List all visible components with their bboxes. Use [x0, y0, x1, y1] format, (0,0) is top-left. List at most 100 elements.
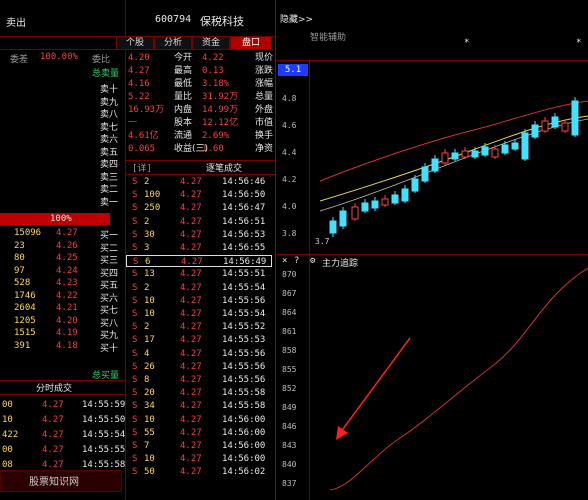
sell-label: 卖八: [100, 110, 119, 120]
trade-vol: 10: [144, 309, 155, 319]
trade-flag: S: [132, 375, 138, 385]
trade-time: 14:56:50: [222, 190, 266, 201]
trade-row: 14:55:58 4.27 34 S: [126, 400, 275, 412]
quote-value-1: 3.18%: [202, 79, 230, 89]
quote-label-1: 外盘: [254, 105, 273, 115]
gear-icon[interactable]: ⚙: [310, 256, 315, 266]
trade-price: 4.27: [180, 309, 202, 319]
trade-row: 14:55:52 4.27 2 S: [126, 321, 275, 333]
trade-price: 4.27: [180, 375, 202, 385]
buy-price: 4.18: [56, 340, 78, 351]
quote-label-1: 现价: [254, 53, 273, 63]
trade-vol: 2: [144, 216, 150, 227]
trade-time: 14:56:00: [222, 441, 266, 451]
trade-time: 14:55:56: [222, 375, 266, 385]
star-2: *: [576, 38, 582, 48]
candle-body: [541, 120, 549, 132]
trade-vol: 10: [144, 414, 155, 425]
quote-label-1: 涨幅: [254, 79, 273, 89]
trade-row: 14:55:56 4.27 4 S: [126, 348, 275, 360]
tab-fenxi[interactable]: 分析: [154, 36, 192, 50]
indicator-axis-tick: 852: [282, 384, 297, 393]
quote-label-2: 内盘: [174, 105, 193, 115]
quote-label-2: 今开: [174, 53, 193, 63]
quote-row: 外盘 14.99万 内盘 16.93万: [126, 104, 275, 116]
buy-vol: 1515: [14, 328, 36, 338]
trade-time: 14:55:53: [222, 335, 266, 346]
trade-vol: 100: [144, 190, 161, 201]
trade-price: 4.27: [180, 190, 202, 201]
trade-vol: 30: [144, 229, 155, 240]
trade-vol: 13: [144, 269, 155, 280]
quote-value-1: 2.69%: [202, 131, 230, 141]
tab-zijin[interactable]: 资金: [192, 36, 230, 50]
tab-gegu[interactable]: 个股: [116, 36, 154, 50]
bottom-price: 4.27: [42, 445, 64, 455]
trade-flag: S: [132, 309, 138, 319]
price-axis-tick: 4.8: [282, 94, 297, 103]
trade-vol: 26: [144, 361, 155, 372]
buy-label: 买三: [100, 256, 119, 266]
fenshi-tab[interactable]: 分时成交: [0, 381, 125, 394]
tab-pankou[interactable]: 盘口: [230, 36, 272, 50]
sell-label: 卖十: [100, 85, 119, 95]
trade-row: 14:56:49 4.27 6 S: [126, 255, 272, 268]
trade-header-title: 逐笔成交: [206, 164, 243, 174]
bottom-vol: 00: [2, 445, 13, 455]
trade-row: 14:56:00 4.27 10 S: [126, 414, 275, 426]
panel-title: 智能辅助: [310, 33, 347, 43]
trade-row: 14:55:53 4.27 17 S: [126, 334, 275, 346]
trade-flag: S: [132, 414, 138, 425]
trade-price: 4.27: [180, 177, 202, 187]
bottom-time: 14:55:59: [82, 400, 126, 410]
buy-vol: 1205: [14, 315, 36, 326]
candle-body: [491, 148, 499, 158]
candle-body: [461, 150, 469, 158]
trade-flag: S: [132, 203, 138, 214]
trade-vol: 250: [144, 203, 161, 214]
quote-label-1: 净资: [254, 144, 273, 154]
trade-row: 14:55:54 4.27 2 S: [126, 282, 275, 294]
bottom-price: 4.27: [42, 460, 64, 470]
trade-row: 14:56:51 4.27 2 S: [126, 216, 275, 228]
sell-title: 卖出: [6, 18, 26, 29]
bottom-price: 4.27: [42, 415, 64, 425]
trade-price: 4.27: [180, 216, 202, 227]
hide-toggle[interactable]: 隐藏>>: [280, 12, 313, 25]
trade-time: 14:56:46: [222, 177, 266, 187]
trade-row: 14:56:00 4.27 55 S: [126, 427, 275, 439]
indicator-chart: [329, 268, 588, 491]
buy-vol: 528: [14, 278, 31, 288]
ma-line-red: [319, 100, 588, 182]
indicator-axis-tick: 864: [282, 308, 297, 317]
buy-price: 4.19: [56, 328, 78, 338]
trade-time: 14:56:51: [222, 216, 266, 227]
trade-tag[interactable]: [详]: [132, 161, 152, 174]
trade-vol: 7: [144, 441, 150, 451]
buy-label: 买七: [100, 306, 119, 316]
buy-label: 买六: [100, 293, 119, 304]
zong-mai-liang-label: 总卖量: [92, 69, 120, 79]
trade-flag: S: [132, 269, 138, 280]
trade-price: 4.27: [180, 388, 202, 399]
buy-label: 买五: [100, 281, 119, 291]
price-axis-tick: 4.2: [282, 175, 297, 184]
quote-label-2: 流通: [174, 131, 193, 141]
candle-body: [511, 142, 519, 150]
trade-flag: S: [132, 467, 138, 478]
close-icon[interactable]: ×: [282, 256, 287, 266]
trade-price: 4.27: [180, 454, 202, 465]
quote-row: 市值 12.12亿 股本 一: [126, 117, 275, 129]
buy-ratio-bar: 100%: [0, 213, 110, 225]
bottom-price: 4.27: [42, 400, 64, 410]
help-icon[interactable]: ?: [294, 256, 299, 266]
quote-label-2: 最高: [174, 66, 193, 76]
candle-body: [471, 150, 479, 158]
buy-price: 4.26: [56, 240, 78, 251]
watermark: 股票知识网: [0, 470, 122, 492]
buy-label: 买四: [100, 268, 119, 279]
wei-cha-label: 委差: [10, 55, 29, 65]
indicator-axis-tick: 870: [282, 270, 297, 279]
quote-row: 涨跌 0.13 最高 4.27: [126, 65, 275, 77]
trade-time: 14:56:47: [222, 203, 266, 214]
